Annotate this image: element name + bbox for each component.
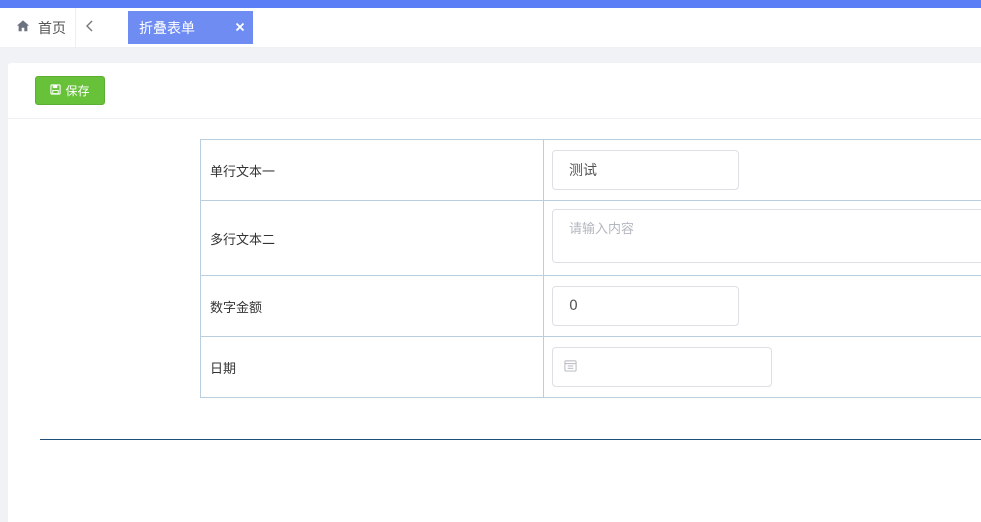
field-label-multiline-two: 多行文本二 (200, 200, 544, 276)
section-divider (40, 439, 981, 440)
content-panel: 保存 单行文本一 多行文本二 数字金额 日期 (8, 63, 981, 522)
field-label-text-one: 单行文本一 (200, 139, 544, 201)
form-row: 数字金额 (200, 275, 981, 337)
calendar-icon (564, 359, 577, 376)
amount-input[interactable] (552, 286, 739, 326)
field-label-amount: 数字金额 (200, 275, 544, 337)
save-button[interactable]: 保存 (35, 76, 105, 105)
tabs-scroll-left-button[interactable] (78, 8, 102, 48)
form-table: 单行文本一 多行文本二 数字金额 日期 (200, 139, 981, 398)
field-label-date: 日期 (200, 336, 544, 398)
chevron-left-icon (85, 20, 95, 36)
tab-fold-form-label: 折叠表单 (139, 20, 195, 37)
home-icon (16, 19, 38, 37)
close-icon[interactable] (233, 20, 247, 34)
multiline-two-textarea[interactable] (552, 209, 981, 263)
tab-home[interactable]: 首页 (0, 8, 76, 48)
date-picker-input[interactable] (552, 347, 772, 387)
save-button-label: 保存 (65, 84, 90, 98)
form-row: 日期 (200, 336, 981, 398)
form-row: 单行文本一 (200, 139, 981, 201)
save-icon (50, 83, 65, 98)
text-one-input[interactable] (552, 150, 739, 190)
tab-bar: 首页 折叠表单 (0, 8, 981, 48)
top-accent-bar (0, 0, 981, 8)
tab-home-label: 首页 (38, 21, 66, 37)
tab-fold-form[interactable]: 折叠表单 (128, 11, 253, 44)
toolbar: 保存 (8, 63, 981, 119)
form-row: 多行文本二 (200, 200, 981, 276)
